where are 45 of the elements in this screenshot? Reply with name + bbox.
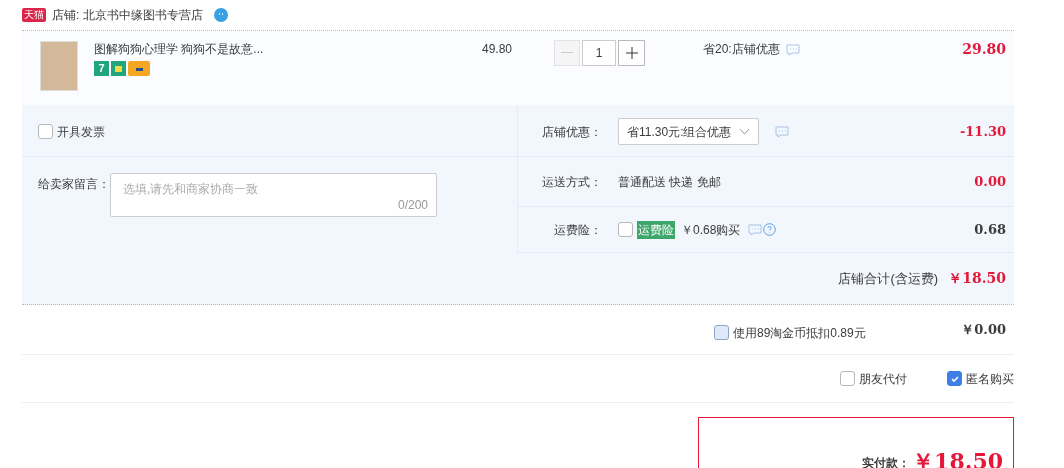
help-icon[interactable] bbox=[763, 223, 777, 236]
comment-icon[interactable] bbox=[748, 223, 763, 236]
option-label[interactable]: 匿名购买 bbox=[966, 369, 1014, 388]
checkbox[interactable] bbox=[38, 124, 53, 139]
seven-day-icon: 7 bbox=[94, 61, 109, 76]
bag-icon bbox=[111, 61, 126, 76]
chat-bubble-icon[interactable] bbox=[212, 7, 229, 23]
checkbox[interactable] bbox=[947, 371, 962, 386]
quantity-field[interactable]: 1 bbox=[582, 40, 616, 66]
coins-amount: ￥0.00 bbox=[961, 320, 1006, 339]
character-counter: 0/200 bbox=[397, 197, 428, 214]
minus-icon bbox=[561, 52, 573, 54]
increase-button[interactable] bbox=[618, 40, 645, 66]
option-amount: -11.30 bbox=[959, 122, 1006, 141]
invoice-label[interactable]: 开具发票 bbox=[57, 122, 105, 141]
option-label: 运送方式： bbox=[541, 173, 602, 191]
unit-price: 49.80 bbox=[482, 41, 514, 58]
shop-total-label: 店铺合计(含运费) bbox=[838, 269, 939, 288]
option-label: 运费险： bbox=[553, 221, 602, 239]
checkbox[interactable] bbox=[714, 325, 729, 340]
comment-icon[interactable] bbox=[775, 125, 790, 138]
item-subtotal: 29.80 bbox=[962, 41, 1006, 59]
card-icon bbox=[128, 61, 150, 76]
plus-icon bbox=[625, 47, 638, 59]
store-badge: 天猫 bbox=[22, 8, 46, 22]
option-amount: 0.68 bbox=[974, 220, 1006, 239]
message-label: 给卖家留言： bbox=[38, 176, 110, 193]
discount-label: 省20:店铺优惠 bbox=[703, 41, 780, 57]
chevron-down-icon bbox=[739, 128, 751, 135]
insurance-tag: 运费险 bbox=[637, 220, 675, 239]
coupon-dropdown[interactable]: 省11.30元:组合优惠 bbox=[618, 118, 760, 145]
checkbox[interactable] bbox=[840, 371, 855, 386]
checkmark-icon bbox=[949, 373, 960, 384]
option-label[interactable]: 朋友代付 bbox=[859, 369, 907, 388]
option-amount: 0.00 bbox=[974, 172, 1006, 191]
checkbox[interactable] bbox=[618, 222, 633, 237]
shipping-method: 普通配送 快递 免邮 bbox=[618, 173, 721, 191]
product-title[interactable]: 图解狗狗心理学 狗狗不是故意... bbox=[94, 41, 454, 57]
coins-label[interactable]: 使用89淘金币抵扣0.89元 bbox=[733, 323, 866, 342]
shop-name[interactable]: 店铺: 北京书中缘图书专营店 bbox=[52, 6, 203, 24]
insurance-price: ￥0.68购买 bbox=[681, 221, 741, 239]
shop-total-amount: ￥18.50 bbox=[948, 269, 1006, 288]
option-label: 店铺优惠： bbox=[541, 123, 602, 141]
book-cover-thumbnail bbox=[40, 41, 78, 91]
comment-icon[interactable] bbox=[785, 44, 800, 56]
